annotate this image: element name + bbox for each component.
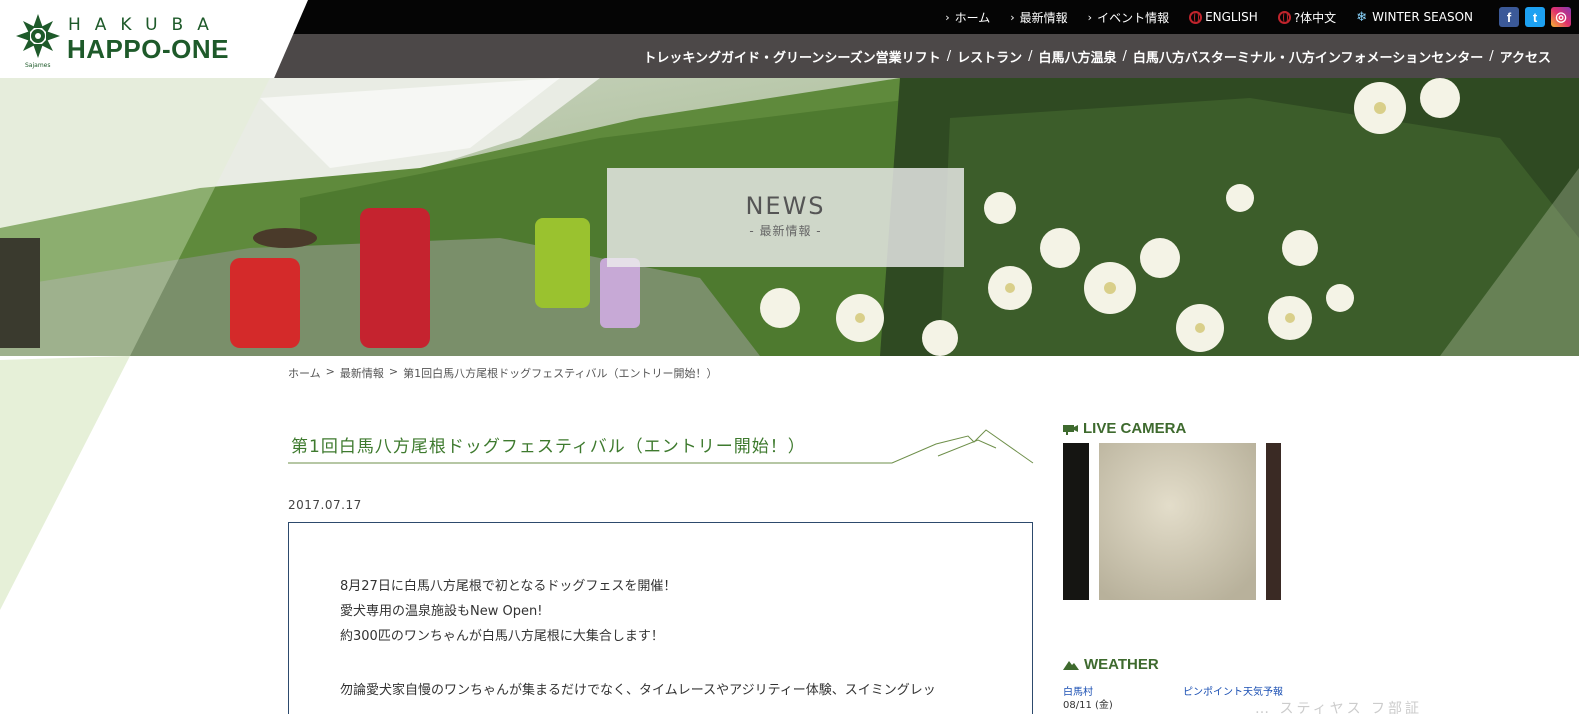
top-link-english[interactable]: ENGLISH (1189, 10, 1258, 24)
logo[interactable]: HAKUBA HAPPO-ONE Sajames (0, 0, 308, 78)
breadcrumb-current: 第1回白馬八方尾根ドッグフェスティバル（エントリー開始！） (403, 367, 718, 380)
logo-subtitle: HAKUBA (68, 15, 223, 35)
nav-separator: / (1489, 48, 1494, 64)
weather-faded-text: … スティヤス フ部証 (1255, 701, 1423, 714)
breadcrumb-separator: > (388, 365, 399, 378)
chevron-right-icon: › (1010, 10, 1015, 24)
article-paragraph: 愛犬専用の温泉施設もNew Open! (340, 604, 543, 619)
nav-separator: / (1122, 48, 1127, 64)
nav-item-trekking[interactable]: トレッキングガイド・グリーンシーズン営業リフト (643, 47, 940, 66)
breadcrumb-separator: > (325, 365, 335, 378)
post-date: 2017.07.17 (288, 498, 362, 512)
logo-tagline: Sajames (25, 62, 51, 69)
breadcrumb-news[interactable]: 最新情報 (340, 365, 384, 381)
breadcrumb: ホーム > 最新情報 > 第1回白馬八方尾根ドッグフェスティバル（エントリー開始… (288, 365, 717, 381)
live-camera-heading: LIVE CAMERA (1063, 420, 1186, 437)
top-link-label: ホーム (954, 10, 991, 25)
top-link-label: ENGLISH (1205, 10, 1258, 24)
top-link-label: WINTER SEASON (1372, 10, 1473, 24)
top-link-news[interactable]: › 最新情報 (1010, 9, 1067, 26)
nav-separator: / (1028, 48, 1033, 64)
chevron-right-icon: › (1087, 10, 1093, 24)
top-link-winter-season[interactable]: ❄ WINTER SEASON (1356, 10, 1473, 25)
article-paragraph: 8月27日に白馬八方尾根で初となるドッグフェスを開催！ (340, 579, 677, 594)
top-link-events[interactable]: › イベント情報 (1088, 9, 1169, 26)
instagram-icon[interactable]: ◎ (1551, 7, 1571, 27)
nav-item-onsen[interactable]: 白馬八方温泉 (1038, 47, 1116, 66)
news-subtitle: - 最新情報 - (749, 224, 822, 238)
weather-date: 08/11 (金) (1063, 700, 1113, 711)
article-title: 第1回白馬八方尾根ドッグフェスティバル（エントリー開始！） (291, 437, 806, 457)
article-paragraph: 約300匹のワンちゃんが白馬八方尾根に大集合します！ (340, 629, 664, 644)
weather-heading: WEATHER (1063, 656, 1159, 673)
news-title: NEWS (745, 192, 826, 220)
chevron-right-icon: › (945, 10, 950, 24)
globe-icon (1189, 10, 1203, 24)
main-navigation: トレッキングガイド・グリーンシーズン営業リフト / レストラン / 白馬八方温泉… (643, 34, 1579, 78)
top-link-label: ?体中文 (1293, 10, 1337, 25)
snowflake-icon: ❄ (1356, 9, 1368, 25)
top-link-home[interactable]: › ホーム (945, 9, 990, 26)
top-links: › ホーム › 最新情報 › イベント情報 ENGLISH ?体中文 ❄ WIN… (945, 0, 1579, 34)
mountain-icon (1063, 661, 1079, 670)
weather-label: WEATHER (1084, 656, 1159, 673)
article-content: 8月27日に白馬八方尾根で初となるドッグフェスを開催！ 愛犬専用の温泉施設もNe… (288, 522, 1033, 714)
top-link-chinese[interactable]: ?体中文 (1277, 9, 1337, 26)
nav-item-access[interactable]: アクセス (1500, 47, 1551, 66)
nav-item-bus-terminal[interactable]: 白馬八方バスターミナル・八方インフォメーションセンター (1133, 47, 1483, 66)
live-camera-label: LIVE CAMERA (1083, 420, 1187, 437)
nav-separator: / (946, 48, 952, 64)
social-links: f t ◎ (1493, 7, 1571, 27)
logo-title: HAPPO-ONE (67, 34, 229, 64)
top-link-label: イベント情報 (1097, 10, 1170, 25)
breadcrumb-home[interactable]: ホーム (288, 365, 321, 381)
camera-icon (1063, 424, 1078, 435)
twitter-icon[interactable]: t (1525, 7, 1545, 27)
facebook-icon[interactable]: f (1499, 7, 1519, 27)
logo-flower-icon (16, 14, 60, 58)
article-paragraph: 勿論愛犬家自慢のワンちゃんが集まるだけでなく、タイムレースやアジリティー体験、ス… (340, 683, 936, 698)
pinpoint-forecast-link[interactable]: ピンポイント天気予報 (1183, 683, 1283, 698)
top-link-label: 最新情報 (1019, 10, 1068, 25)
live-camera-feed[interactable] (1063, 443, 1281, 600)
globe-icon (1277, 10, 1291, 24)
nav-item-restaurant[interactable]: レストラン (957, 47, 1022, 66)
news-heading-box: NEWS - 最新情報 - (607, 168, 964, 267)
